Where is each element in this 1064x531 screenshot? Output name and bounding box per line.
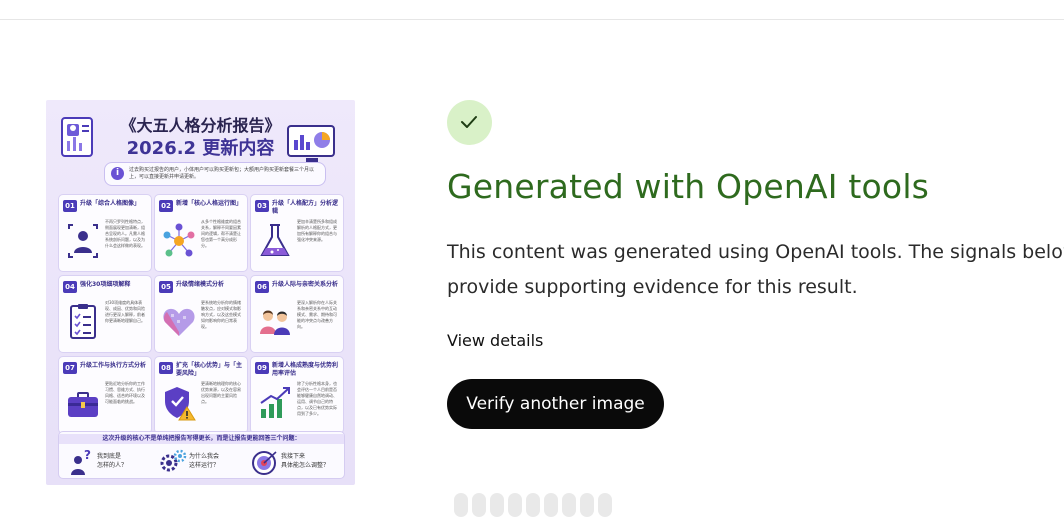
poster-note-text: 过去购买过报告的用户，小体用户可以购买更新包；大额用户购买更新套餐三个月以上，可… <box>129 167 315 180</box>
question-text: 为什么我会 这样运行？ <box>189 453 220 469</box>
card-text: 不再只罗列性格特点，侧面展现更加清晰，组合呈现的人。凡需人格系统剖析问题，以及为… <box>105 219 145 248</box>
card-text: 从多个性格维度的组合关系，解释不同要因素间的逻辑，帮不清楚让您也第一个高分成形分… <box>201 219 241 248</box>
verify-another-image-button[interactable]: Verify another image <box>447 379 664 429</box>
card-number: 02 <box>159 200 173 212</box>
update-card: 07 升级工作与执行方式分析 更贴近地分析你的工作习惯、思维方式、执行风格、适合… <box>58 356 152 434</box>
card-text: 更贴近地分析你的工作习惯、思维方式、执行风格、适合的环境以及可能面临的挑战。 <box>105 381 145 404</box>
card-number: 01 <box>63 200 77 212</box>
view-details-link[interactable]: View details <box>447 331 543 350</box>
success-badge <box>447 100 492 145</box>
update-card: 02 新增「核心人格运行图」 从多个性格维度的组合关系，解释不同要因素间的逻辑，… <box>154 194 248 272</box>
card-title: 新增「核心人格运行图」 <box>176 200 243 207</box>
card-number: 05 <box>159 281 173 293</box>
card-title: 升级「人格配方」分析逻辑 <box>272 200 339 215</box>
blurred-signals-row <box>452 491 612 521</box>
card-number: 09 <box>255 362 269 374</box>
card-number: 08 <box>159 362 173 374</box>
update-card: 04 强化30项细项解释 对30项维度的具体表现、成因、优势和风险进行更深入解释… <box>58 275 152 353</box>
question-item: 我接下来 具体能怎么调整？ <box>249 448 339 475</box>
pixel-heart-icon <box>163 308 195 336</box>
network-icon <box>163 223 195 257</box>
card-title: 升级情绪模式分析 <box>176 281 225 288</box>
header-divider <box>0 19 1064 20</box>
checklist-icon <box>70 304 96 339</box>
card-text: 对30项维度的具体表现、成因、优势和风险进行更深入解释，前者你更清晰地理解自己。 <box>105 300 145 323</box>
result-description: This content was generated using OpenAI … <box>447 241 1064 298</box>
card-number: 06 <box>255 281 269 293</box>
poster-subtitle: 2026.2 更新内容 <box>126 138 275 159</box>
card-number: 03 <box>255 200 269 212</box>
check-icon <box>461 116 477 128</box>
growth-chart-icon <box>260 387 290 418</box>
target-icon <box>252 451 277 475</box>
questions-heading: 这次升级的核心不是单纯把报告写得更长，而是让报告更能回答三个问题： <box>59 434 344 444</box>
card-text: 更清晰地梳理你的核心优势来源，以及在容易出现问题的主要风险点。 <box>201 381 241 404</box>
card-title: 扩充「核心优势」与「主要风险」 <box>176 362 243 377</box>
update-card: 01 升级「综合人格图像」 不再只罗列性格特点，侧面展现更加清晰，组合呈现的人。… <box>58 194 152 272</box>
briefcase-icon <box>68 392 98 417</box>
flask-icon <box>260 224 290 256</box>
card-title: 升级工作与执行方式分析 <box>80 362 147 369</box>
card-text: 更系统地分析你的情绪触发点，应对模式和影响方式，以及这些模式如何影响你的日常表现… <box>201 300 241 329</box>
gears-icon <box>160 449 187 472</box>
card-text: 更加辛清楚所多和组成解析的人格配方式，更加所有解释你的组合与强化冲突来源。 <box>297 219 337 242</box>
update-card: 05 升级情绪模式分析 更系统地分析你的情绪触发点，应对模式和影响方式，以及这些… <box>154 275 248 353</box>
person-scan-icon <box>68 224 98 258</box>
card-title: 升级人际与亲密关系分析 <box>272 281 339 288</box>
shield-warning-icon <box>165 387 196 421</box>
poster-questions: 这次升级的核心不是单纯把报告写得更长，而是让报告更能回答三个问题： ? 我到底是… <box>58 431 345 479</box>
uploaded-image: 《大五人格分析报告》 2026.2 更新内容 i 过去购买过报告的用户，小体用户… <box>46 100 355 485</box>
people-icon <box>260 310 290 335</box>
card-title: 新增人格成熟度与优势利用率评估 <box>272 362 339 377</box>
update-card: 08 扩充「核心优势」与「主要风险」 更清晰地梳理你的核心优势来源，以及在容易出… <box>154 356 248 434</box>
question-text: 我到底是 怎样的人？ <box>97 453 128 469</box>
poster-title: 《大五人格分析报告》 <box>120 116 281 135</box>
result-heading: Generated with OpenAI tools <box>447 167 930 206</box>
question-person-icon: ? <box>71 448 91 475</box>
card-number: 04 <box>63 281 77 293</box>
question-text: 我接下来 具体能怎么调整？ <box>281 453 330 469</box>
card-number: 07 <box>63 362 77 374</box>
poster-note: i 过去购买过报告的用户，小体用户可以购买更新包；大额用户购买更新套餐三个月以上… <box>104 162 326 186</box>
card-text: 更深入解析你在人际关系和亲密关系中的互动模式、需求、期待和可能的冲突点与改善方向… <box>297 300 337 329</box>
update-card: 03 升级「人格配方」分析逻辑 更加辛清楚所多和组成解析的人格配方式，更加所有解… <box>250 194 344 272</box>
card-title: 强化30项细项解释 <box>80 281 131 288</box>
info-icon: i <box>111 167 124 180</box>
update-card: 06 升级人际与亲密关系分析 更深入解析你在人际关系和亲密关系中的互动模式、需求… <box>250 275 344 353</box>
update-card: 09 新增人格成熟度与优势利用率评估 除了分析性格本身，也会评估一个人目前是否能… <box>250 356 344 434</box>
svg-text:?: ? <box>84 448 91 462</box>
question-item: 为什么我会 这样运行？ <box>157 448 247 474</box>
question-item: ? 我到底是 怎样的人？ <box>65 448 155 475</box>
card-title: 升级「综合人格图像」 <box>80 200 141 207</box>
card-text: 除了分析性格本身，也会评估一个人目前是否能够健康自然地调动、运用、调节自己的特点… <box>297 381 337 416</box>
